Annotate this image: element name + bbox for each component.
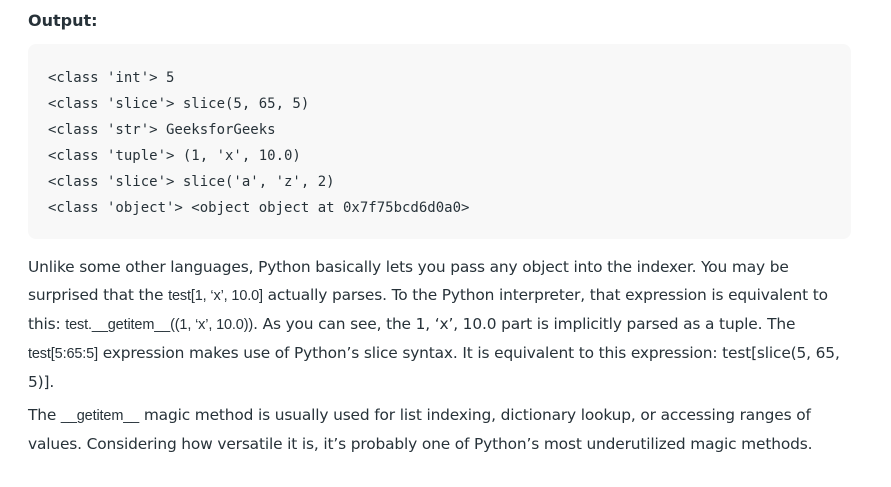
paragraph-text: . As you can see, the 1, ‘x’, 10.0 part …	[253, 315, 796, 333]
code-output-block: <class 'int'> 5 <class 'slice'> slice(5,…	[28, 44, 851, 239]
inline-code: test[1, ‘x’, 10.0]	[168, 288, 263, 304]
paragraph-text: The	[28, 406, 61, 424]
inline-code: test.__getitem__((1, ‘x’, 10.0))	[65, 317, 254, 333]
output-heading: Output:	[28, 11, 98, 30]
code-line: <class 'int'> 5	[48, 70, 175, 86]
code-line: <class 'tuple'> (1, 'x', 10.0)	[48, 148, 301, 164]
code-line: <class 'str'> GeeksforGeeks	[48, 122, 276, 138]
paragraph-text: expression makes use of Python’s slice s…	[28, 344, 840, 391]
code-line: <class 'object'> <object object at 0x7f7…	[48, 200, 470, 216]
getitem-paragraph: The __getitem__ magic method is usually …	[28, 401, 858, 458]
code-line: <class 'slice'> slice('a', 'z', 2)	[48, 174, 335, 190]
code-line: <class 'slice'> slice(5, 65, 5)	[48, 96, 310, 112]
article-content: Output: <class 'int'> 5 <class 'slice'> …	[0, 0, 891, 487]
inline-code: test[5:65:5]	[28, 346, 98, 362]
explanation-paragraph: Unlike some other languages, Python basi…	[28, 253, 858, 396]
paragraph-text: magic method is usually used for list in…	[28, 406, 813, 453]
inline-code: __getitem__	[60, 408, 140, 424]
